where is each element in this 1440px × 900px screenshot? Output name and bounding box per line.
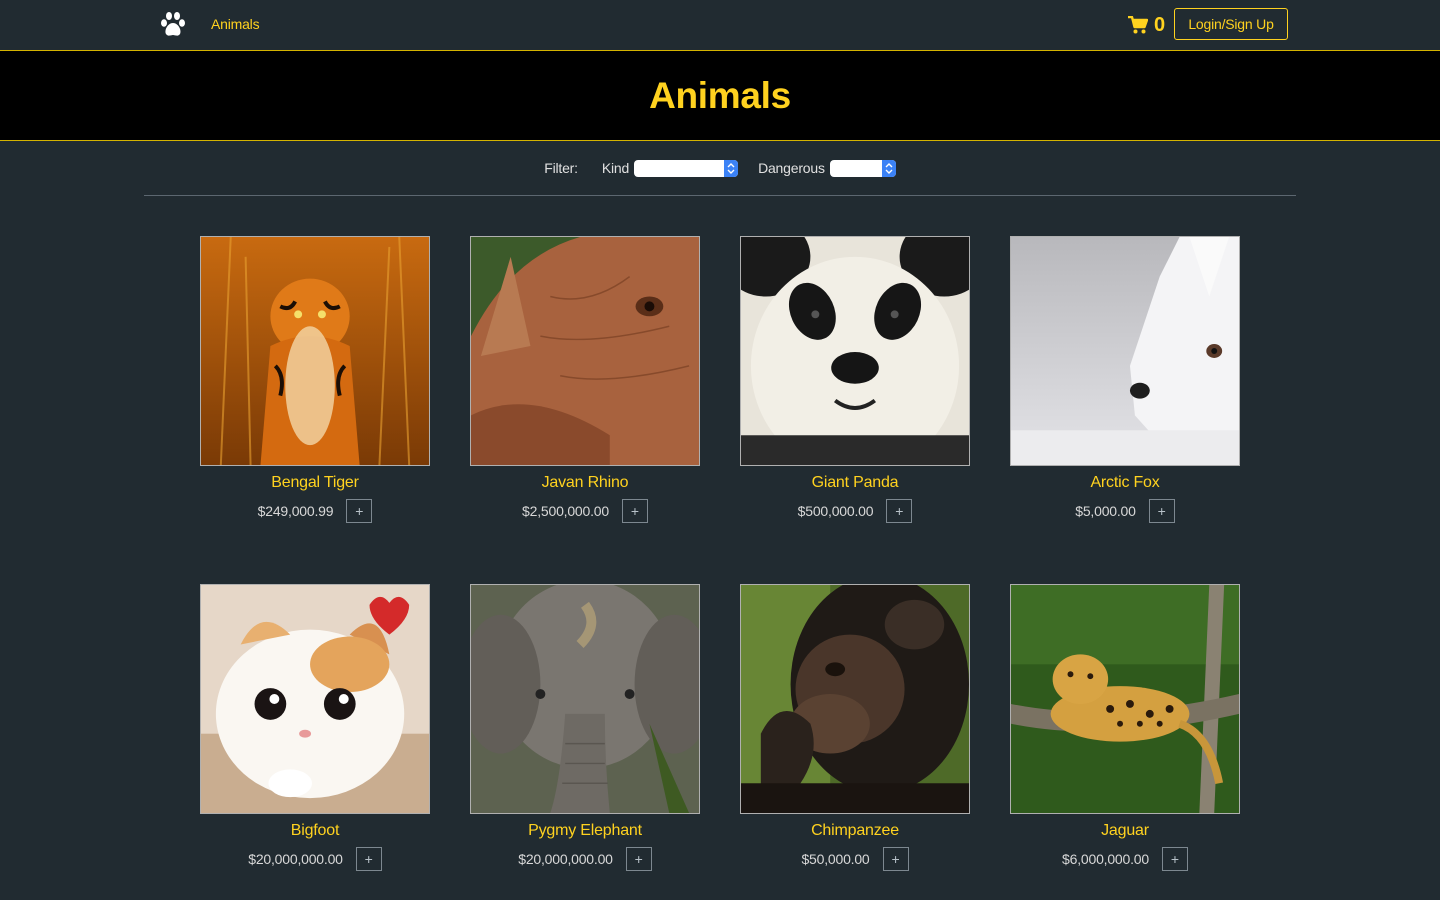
product-image-bigfoot[interactable]	[200, 584, 430, 814]
add-to-cart-button[interactable]: +	[886, 499, 913, 523]
product-name[interactable]: Javan Rhino	[470, 474, 700, 492]
add-to-cart-button[interactable]: +	[621, 499, 648, 523]
add-to-cart-button[interactable]: +	[1148, 499, 1175, 523]
divider	[144, 195, 1296, 196]
add-to-cart-button[interactable]: +	[355, 847, 382, 871]
add-to-cart-button[interactable]: +	[1161, 847, 1188, 871]
product-card: Pygmy Elephant $20,000,000.00 +	[470, 584, 700, 871]
product-price: $500,000.00	[797, 503, 874, 519]
product-price: $5,000.00	[1075, 503, 1136, 519]
product-price: $20,000,000.00	[518, 851, 613, 867]
product-name[interactable]: Bigfoot	[200, 822, 430, 840]
filter-bar: Filter: Kind Dangerous	[0, 141, 1440, 195]
dangerous-filter-label: Dangerous	[758, 160, 825, 176]
login-signup-button[interactable]: Login/Sign Up	[1174, 8, 1288, 40]
product-image-arctic-fox[interactable]	[1010, 236, 1240, 466]
product-card: Bigfoot $20,000,000.00 +	[200, 584, 430, 871]
product-name[interactable]: Giant Panda	[740, 474, 970, 492]
product-price: $50,000.00	[801, 851, 870, 867]
product-name[interactable]: Arctic Fox	[1010, 474, 1240, 492]
product-price: $2,500,000.00	[522, 503, 609, 519]
product-image-bengal-tiger[interactable]	[200, 236, 430, 466]
product-name[interactable]: Chimpanzee	[740, 822, 970, 840]
nav-link-animals[interactable]: Animals	[211, 16, 260, 32]
product-price: $249,000.99	[257, 503, 334, 519]
product-card: Javan Rhino $2,500,000.00 +	[470, 236, 700, 523]
product-price: $20,000,000.00	[248, 851, 343, 867]
product-image-javan-rhino[interactable]	[470, 236, 700, 466]
select-arrows-icon	[881, 159, 896, 177]
select-arrows-icon	[724, 159, 739, 177]
paw-icon[interactable]	[158, 10, 188, 40]
product-card: Jaguar $6,000,000.00 +	[1010, 584, 1240, 871]
shopping-cart-icon	[1128, 16, 1148, 34]
product-card: Arctic Fox $5,000.00 +	[1010, 236, 1240, 523]
product-image-jaguar[interactable]	[1010, 584, 1240, 814]
page-title: Animals	[649, 74, 791, 116]
kind-filter-label: Kind	[601, 160, 630, 176]
product-card: Bengal Tiger $249,000.99 +	[200, 236, 430, 523]
product-card: Giant Panda $500,000.00 +	[740, 236, 970, 523]
cart-count: 0	[1154, 13, 1166, 36]
add-to-cart-button[interactable]: +	[882, 847, 909, 871]
product-name[interactable]: Jaguar	[1010, 822, 1240, 840]
product-name[interactable]: Pygmy Elephant	[470, 822, 700, 840]
page-header: Animals	[0, 51, 1440, 141]
filter-label: Filter:	[544, 160, 578, 176]
kind-select[interactable]	[634, 159, 739, 177]
product-image-chimpanzee[interactable]	[740, 584, 970, 814]
navbar: Animals 0 Login/Sign Up	[0, 0, 1440, 51]
product-price: $6,000,000.00	[1062, 851, 1149, 867]
product-name[interactable]: Bengal Tiger	[200, 474, 430, 492]
product-image-giant-panda[interactable]	[740, 236, 970, 466]
cart-button[interactable]: 0	[1128, 13, 1165, 37]
add-to-cart-button[interactable]: +	[625, 847, 652, 871]
product-card: Chimpanzee $50,000.00 +	[740, 584, 970, 871]
dangerous-select[interactable]	[829, 159, 896, 177]
add-to-cart-button[interactable]: +	[346, 499, 373, 523]
product-image-pygmy-elephant[interactable]	[470, 584, 700, 814]
